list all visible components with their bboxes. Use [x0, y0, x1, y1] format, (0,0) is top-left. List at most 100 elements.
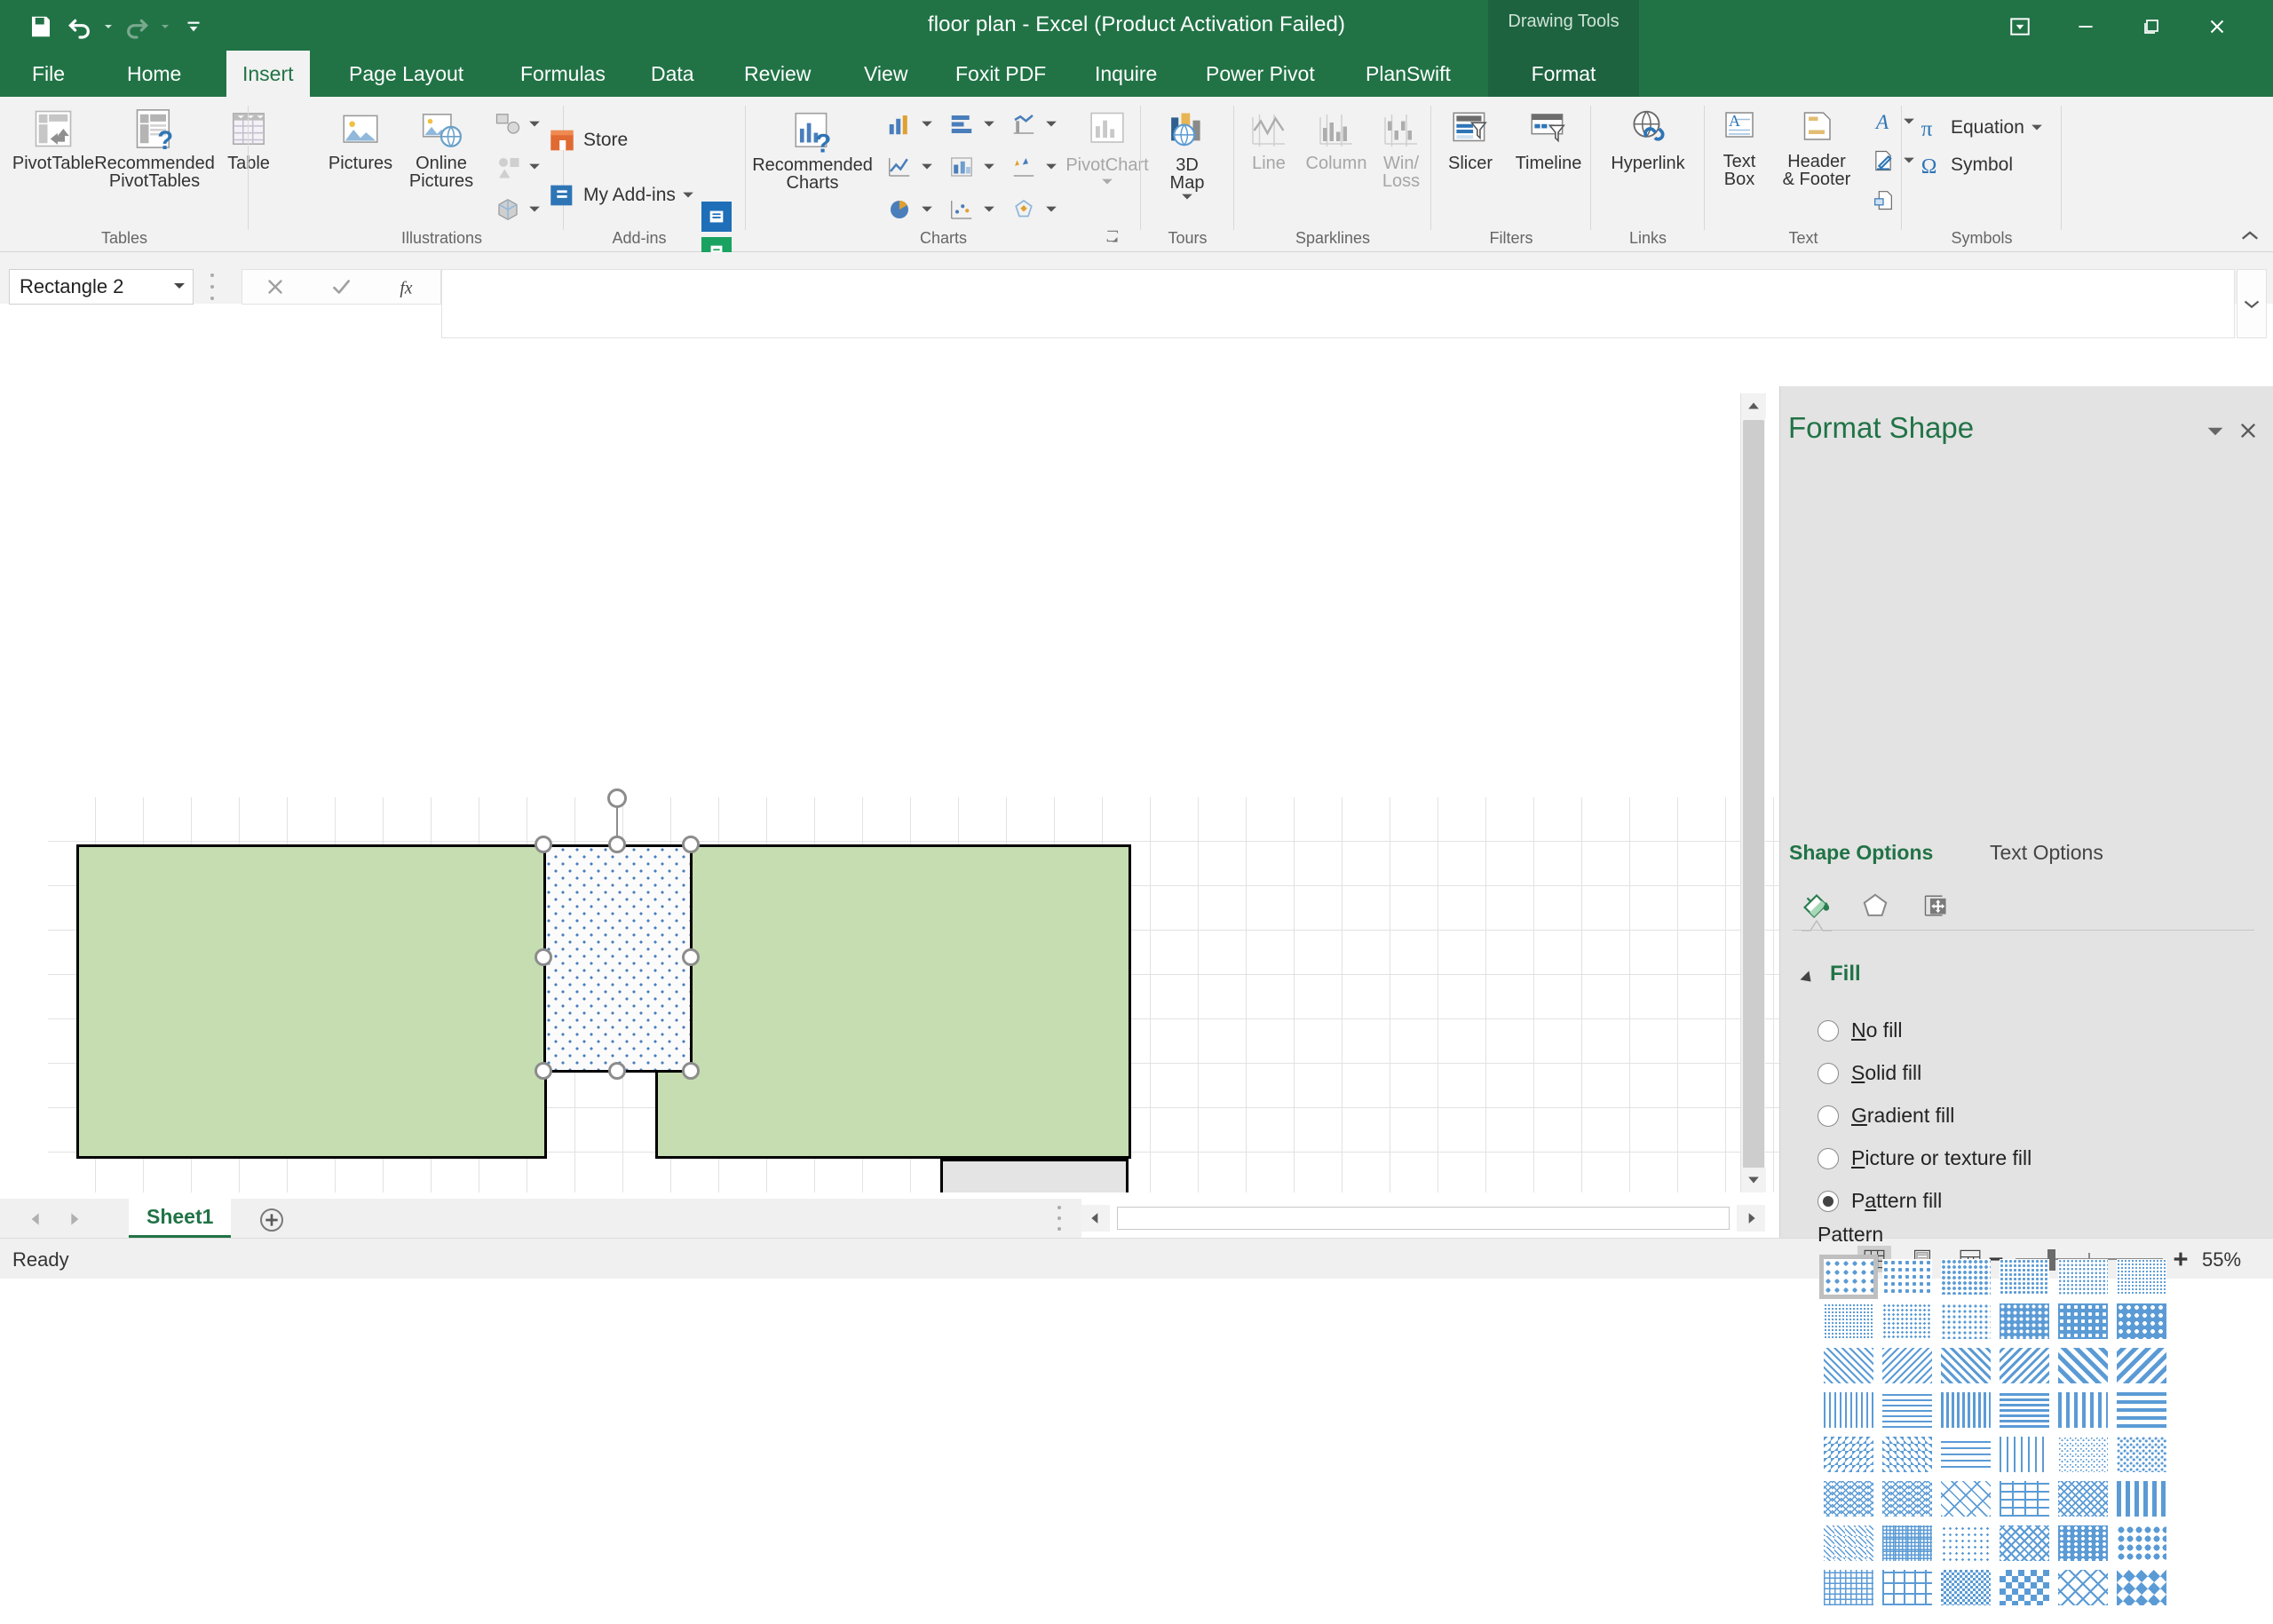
pattern-swatch-dot-70-percent[interactable]	[1936, 1299, 1995, 1343]
pie-chart-button[interactable]	[881, 194, 937, 225]
close-icon[interactable]	[2184, 0, 2250, 53]
pattern-swatch-shingle[interactable]	[1995, 1521, 2054, 1565]
pattern-swatch-dot-75-percent[interactable]	[1995, 1299, 2054, 1343]
horizontal-scrollbar[interactable]	[1081, 1205, 1765, 1232]
collapse-ribbon-icon[interactable]	[2237, 225, 2262, 248]
pattern-swatch-dot-25-percent[interactable]	[1995, 1255, 2054, 1299]
resize-handle-middle-right[interactable]	[682, 948, 700, 966]
line-chart-dropdown-icon[interactable]	[921, 159, 933, 175]
3d-map-dropdown-icon[interactable]	[1181, 189, 1193, 205]
selected-shape[interactable]	[543, 844, 693, 1073]
column-chart-dropdown-icon[interactable]	[921, 116, 933, 132]
my-addins-dropdown-icon[interactable]	[682, 187, 694, 203]
resize-handle-top-center[interactable]	[608, 836, 626, 853]
pane-tab-shape-options[interactable]: Shape Options	[1789, 841, 1933, 865]
enter-icon[interactable]	[314, 270, 368, 304]
header-footer-button[interactable]: Header & Footer	[1770, 107, 1863, 189]
radar-chart-button[interactable]	[1005, 194, 1061, 225]
resize-handle-top-left[interactable]	[535, 836, 552, 853]
zoom-level-value[interactable]: 55%	[2202, 1248, 2241, 1271]
pattern-swatch-dashed-horizontal[interactable]	[1936, 1432, 1995, 1477]
other-charts-dropdown-icon[interactable]	[1045, 116, 1057, 132]
pattern-swatch-large-grid[interactable]	[1878, 1565, 1936, 1610]
minimize-icon[interactable]	[2053, 0, 2119, 53]
online-pictures-button[interactable]: Online Pictures	[401, 107, 481, 191]
name-box-resize-grip[interactable]	[210, 273, 215, 300]
pattern-swatch-dot-5-percent[interactable]	[1819, 1255, 1878, 1299]
pane-tab-text-options[interactable]: Text Options	[1990, 841, 2103, 865]
bottom-room-shape[interactable]	[940, 1159, 1129, 1192]
recommended-pivottables-button[interactable]: ? Recommended PivotTables	[94, 106, 215, 191]
text-box-button[interactable]: A Text Box	[1708, 107, 1770, 189]
pattern-swatch-grid[interactable]	[1819, 1255, 2171, 1610]
bar-chart-dropdown-icon[interactable]	[983, 116, 995, 132]
3d-map-button[interactable]: 3D Map	[1146, 107, 1228, 205]
pie-chart-dropdown-icon[interactable]	[921, 202, 933, 218]
pattern-swatch-diag-dark-up[interactable]	[1995, 1343, 2054, 1388]
equation-button[interactable]: π Equation	[1914, 113, 2047, 143]
left-room-shape[interactable]	[76, 844, 547, 1159]
pattern-swatch-dashed-up-diagonal[interactable]	[1878, 1432, 1936, 1477]
pattern-swatch-outlined-diamond[interactable]	[2054, 1565, 2112, 1610]
radio-solid-fill[interactable]	[1818, 1062, 1839, 1084]
bar-chart-button[interactable]	[943, 109, 999, 139]
recommended-charts-button[interactable]: ? Recommended Charts	[752, 109, 873, 193]
other-charts-button[interactable]	[1005, 109, 1061, 139]
resize-handle-middle-left[interactable]	[535, 948, 552, 966]
pattern-swatch-large-checker[interactable]	[1995, 1565, 2054, 1610]
tab-foxit-pdf[interactable]: Foxit PDF	[939, 51, 1062, 97]
scroll-right-icon[interactable]	[1737, 1205, 1765, 1232]
effects-pentagon-icon[interactable]	[1849, 883, 1901, 928]
fill-section-collapse-icon[interactable]	[1800, 970, 1816, 986]
fill-option-solid-fill[interactable]: Solid fill	[1818, 1061, 1921, 1085]
pattern-swatch-dot-80-percent[interactable]	[2054, 1299, 2112, 1343]
pattern-swatch-dot-50-percent[interactable]	[1819, 1299, 1878, 1343]
pattern-swatch-diag-light-down[interactable]	[1819, 1343, 1878, 1388]
cancel-icon[interactable]	[249, 270, 302, 304]
sparkline-winloss-button[interactable]: Win/ Loss	[1373, 109, 1430, 191]
pattern-swatch-horizontal-dark[interactable]	[2112, 1388, 2171, 1432]
resize-handle-top-right[interactable]	[682, 836, 700, 853]
pattern-swatch-diag-light-up[interactable]	[1878, 1343, 1936, 1388]
charts-dialog-launcher[interactable]	[1105, 229, 1121, 245]
pattern-swatch-small-checker[interactable]	[1936, 1565, 1995, 1610]
spreadsheet-grid[interactable]	[0, 386, 1779, 1192]
pattern-swatch-horizontal-narrow[interactable]	[1995, 1388, 2054, 1432]
tab-data[interactable]: Data	[635, 51, 710, 97]
pivotchart-dropdown-icon[interactable]	[1101, 174, 1113, 190]
expand-formula-bar-icon[interactable]	[2237, 269, 2267, 338]
radio-no-fill[interactable]	[1818, 1019, 1839, 1042]
pattern-swatch-vertical-dark[interactable]	[2054, 1388, 2112, 1432]
fill-option-pattern-fill[interactable]: Pattern fill	[1818, 1189, 1942, 1213]
radar-chart-dropdown-icon[interactable]	[1045, 202, 1057, 218]
rotation-handle[interactable]	[607, 788, 627, 808]
pattern-swatch-dot-90-percent[interactable]	[2112, 1299, 2171, 1343]
pattern-swatch-diagonal-brick[interactable]	[1936, 1477, 1995, 1521]
pattern-swatch-large-confetti[interactable]	[2112, 1432, 2171, 1477]
pattern-swatch-dot-40-percent[interactable]	[2112, 1255, 2171, 1299]
column-chart-button[interactable]	[881, 109, 937, 139]
tab-inquire[interactable]: Inquire	[1079, 51, 1173, 97]
line-chart-button[interactable]	[881, 152, 937, 182]
store-button[interactable]: Store	[543, 123, 631, 157]
pattern-swatch-sphere[interactable]	[2112, 1521, 2171, 1565]
pattern-swatch-dashed-vertical[interactable]	[1995, 1432, 2054, 1477]
pane-close-icon[interactable]	[2236, 418, 2261, 443]
pattern-swatch-weave[interactable]	[2054, 1477, 2112, 1521]
surface-chart-button[interactable]	[1005, 152, 1061, 182]
timeline-button[interactable]: Timeline	[1506, 107, 1591, 172]
pattern-swatch-trellis[interactable]	[2054, 1521, 2112, 1565]
size-and-properties-icon[interactable]	[1908, 883, 1960, 928]
tab-power-pivot[interactable]: Power Pivot	[1190, 51, 1331, 97]
pattern-swatch-diag-wide-up[interactable]	[2112, 1343, 2171, 1388]
insert-function-icon[interactable]: fx	[381, 270, 434, 304]
tab-home[interactable]: Home	[111, 51, 197, 97]
pattern-swatch-vertical-narrow[interactable]	[1936, 1388, 1995, 1432]
ribbon-display-options-icon[interactable]	[1987, 0, 2053, 53]
scroll-left-icon[interactable]	[1081, 1205, 1110, 1232]
pattern-swatch-plaid[interactable]	[2112, 1477, 2171, 1521]
scatter-chart-dropdown-icon[interactable]	[983, 202, 995, 218]
scroll-up-icon[interactable]	[1741, 393, 1766, 418]
tab-planswift[interactable]: PlanSwift	[1350, 51, 1467, 97]
name-box[interactable]: Rectangle 2	[9, 269, 194, 305]
